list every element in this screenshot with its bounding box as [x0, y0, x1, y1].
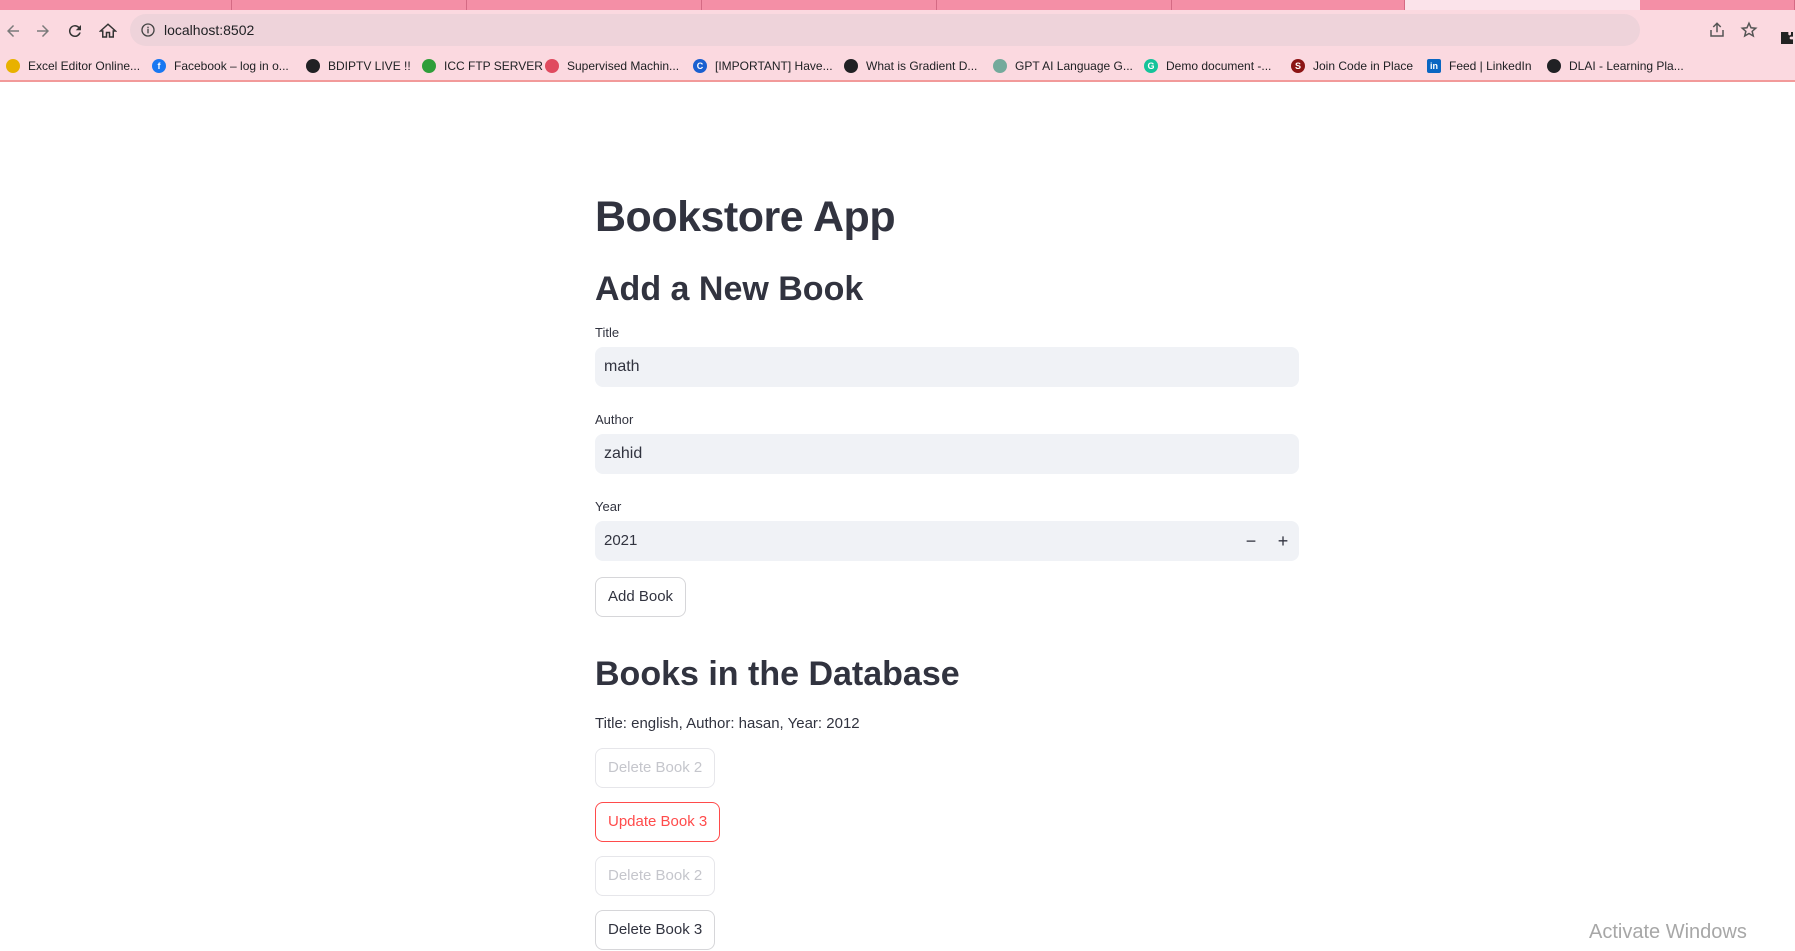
browser-tab[interactable]: [937, 0, 1172, 10]
bookmark-item[interactable]: in Feed | LinkedIn: [1427, 56, 1532, 76]
address-bar[interactable]: localhost:8502: [130, 14, 1758, 46]
author-input[interactable]: zahid: [595, 434, 1299, 474]
reload-button[interactable]: [62, 18, 88, 44]
title-input[interactable]: math: [595, 347, 1299, 387]
bookmark-item[interactable]: ICC FTP SERVER: [422, 56, 543, 76]
bookmark-item[interactable]: DLAI - Learning Pla...: [1547, 56, 1684, 76]
forward-button[interactable]: [30, 18, 56, 44]
browser-tab[interactable]: [232, 0, 467, 10]
arrow-left-icon: [7, 25, 19, 37]
target-icon: [545, 59, 559, 73]
bookmarks-bar: Excel Editor Online... f Facebook – log i…: [0, 50, 1795, 82]
bookmark-star-icon[interactable]: [1740, 21, 1758, 39]
url-text[interactable]: localhost:8502: [164, 22, 254, 38]
bookmark-item[interactable]: S Join Code in Place: [1291, 56, 1413, 76]
update-book-button[interactable]: Update Book 3: [595, 802, 721, 842]
bookmark-item[interactable]: Supervised Machin...: [545, 56, 679, 76]
bookmark-item[interactable]: What is Gradient D...: [844, 56, 977, 76]
share-icon[interactable]: [1708, 21, 1726, 39]
tab-strip: [0, 0, 1795, 10]
back-button[interactable]: [0, 18, 26, 44]
c-icon: C: [693, 59, 707, 73]
browser-tab[interactable]: [467, 0, 702, 10]
stanford-icon: S: [1291, 59, 1305, 73]
chrome-icon: [6, 59, 20, 73]
bookmark-item[interactable]: Excel Editor Online...: [6, 56, 140, 76]
extensions-icon[interactable]: [1779, 30, 1795, 46]
linkedin-icon: in: [1427, 59, 1441, 73]
globe-icon: [1547, 59, 1561, 73]
bookmark-item[interactable]: G Demo document -...: [1144, 56, 1271, 76]
reload-icon: [68, 25, 81, 38]
delete-book-button[interactable]: Delete Book 2: [595, 748, 716, 788]
browser-tab[interactable]: [702, 0, 937, 10]
grammarly-icon: G: [1144, 59, 1158, 73]
browser-toolbar: localhost:8502: [0, 10, 1795, 50]
add-book-button[interactable]: Add Book: [595, 577, 687, 617]
bookmark-item[interactable]: C [IMPORTANT] Have...: [693, 56, 833, 76]
info-icon[interactable]: [140, 22, 156, 38]
books-database-heading: Books in the Database: [595, 655, 960, 693]
bookmark-item[interactable]: f Facebook – log in o...: [152, 56, 289, 76]
activate-windows-watermark: Activate Windows: [1589, 921, 1747, 943]
app-main: Bookstore App Add a New Book Title math …: [595, 190, 1299, 950]
openai-icon: [993, 59, 1007, 73]
home-button[interactable]: [95, 18, 121, 44]
home-icon: [99, 23, 117, 38]
decrement-button[interactable]: −: [1235, 521, 1267, 561]
browser-tab-active[interactable]: [1405, 0, 1640, 10]
facebook-icon: f: [152, 59, 166, 73]
browser-tab[interactable]: [1172, 0, 1405, 10]
browser-tab[interactable]: [0, 0, 232, 10]
title-label: Title: [595, 325, 620, 340]
year-label: Year: [595, 499, 622, 514]
author-label: Author: [595, 412, 634, 427]
leaf-icon: [422, 59, 436, 73]
year-number-input[interactable]: 2021 − +: [595, 521, 1299, 561]
bookmark-item[interactable]: BDIPTV LIVE !!: [306, 56, 411, 76]
increment-button[interactable]: +: [1267, 521, 1299, 561]
browser-tab[interactable]: [1640, 0, 1795, 10]
delete-book-button[interactable]: Delete Book 2: [595, 856, 716, 896]
network-icon: [844, 59, 858, 73]
book-entry-text: Title: english, Author: hasan, Year: 201…: [595, 715, 860, 732]
add-book-heading: Add a New Book: [595, 270, 864, 308]
globe-icon: [306, 59, 320, 73]
delete-book-button[interactable]: Delete Book 3: [595, 910, 716, 950]
page-title: Bookstore App: [595, 193, 896, 241]
arrow-right-icon: [37, 25, 49, 37]
year-value[interactable]: 2021: [604, 532, 637, 549]
bookmark-item[interactable]: GPT AI Language G...: [993, 56, 1133, 76]
